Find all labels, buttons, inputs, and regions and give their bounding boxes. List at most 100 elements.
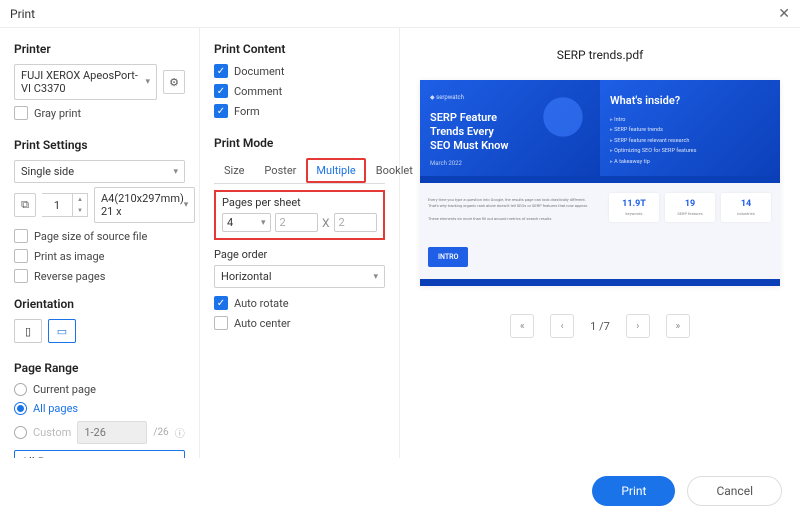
chevron-down-icon: ▾ <box>173 167 178 177</box>
printer-select[interactable]: FUJI XEROX ApeosPort-VI C3370 ▾ <box>14 64 157 100</box>
checkbox-icon <box>14 229 28 243</box>
stat-value: 19 <box>669 199 710 209</box>
multiply-icon: X <box>322 216 330 230</box>
tab-multiple[interactable]: Multiple <box>308 160 363 181</box>
checkbox-icon <box>14 106 28 120</box>
pages-per-sheet-select[interactable]: 4▾ <box>222 213 271 232</box>
slide2-list: Intro SERP feature trends SERP feature r… <box>610 115 770 167</box>
content-comment-label: Comment <box>234 85 282 98</box>
range-custom-total: /26 <box>153 427 168 438</box>
list-item: Intro <box>610 115 770 125</box>
auto-center-checkbox[interactable]: Auto center <box>214 316 385 330</box>
range-custom-radio[interactable]: Custom /26 ⓘ <box>14 421 185 444</box>
checkbox-icon: ✓ <box>214 104 228 118</box>
stat-value: 14 <box>725 199 766 209</box>
chevron-down-icon: ▾ <box>145 77 150 87</box>
close-icon[interactable]: ✕ <box>778 6 790 22</box>
page-order-label: Page order <box>214 248 385 261</box>
cancel-button[interactable]: Cancel <box>687 476 782 506</box>
radio-icon <box>14 383 27 396</box>
auto-center-label: Auto center <box>234 317 291 330</box>
content-form-label: Form <box>234 105 260 118</box>
step-up-icon[interactable]: ▲ <box>73 194 87 205</box>
page-size-source-checkbox[interactable]: Page size of source file <box>14 229 185 243</box>
preview-pager: « ‹ 1 /7 › » <box>510 314 690 338</box>
pager-last-button[interactable]: » <box>666 314 690 338</box>
slide1-date: March 2022 <box>430 160 590 167</box>
preview-slide-2: What's inside? Intro SERP feature trends… <box>600 80 780 183</box>
stat-label: industries <box>725 211 766 216</box>
content-document-checkbox[interactable]: ✓ Document <box>214 64 385 78</box>
printer-settings-button[interactable]: ⚙ <box>163 70 185 94</box>
page-order-value: Horizontal <box>221 270 272 283</box>
magnify-gear-icon <box>540 94 586 140</box>
page-range-label: Page Range <box>14 361 185 375</box>
pager-next-button[interactable]: › <box>626 314 650 338</box>
print-settings-label: Print Settings <box>14 138 185 152</box>
preview-filename: SERP trends.pdf <box>557 48 644 62</box>
range-current-radio[interactable]: Current page <box>14 383 185 396</box>
slide3-text: Every time you type a question into Goog… <box>428 197 592 223</box>
paper-select[interactable]: A4(210x297mm) 21 x ▾ <box>94 187 195 223</box>
checkbox-icon: ✓ <box>214 296 228 310</box>
page-subset-value: All Pages <box>21 455 71 458</box>
orientation-landscape-button[interactable]: ▭ <box>48 319 76 343</box>
list-item: SERP feature trends <box>610 125 770 135</box>
tab-size[interactable]: Size <box>214 158 254 183</box>
print-mode-tabs: Size Poster Multiple Booklet <box>214 158 385 184</box>
copies-stepper[interactable]: 1 ▲▼ <box>42 193 88 217</box>
pages-per-sheet-value: 4 <box>227 216 233 229</box>
stat-card: 19SERP features <box>665 193 714 222</box>
range-current-label: Current page <box>33 383 96 396</box>
stat-value: 11.9T <box>613 199 654 209</box>
print-as-image-checkbox[interactable]: Print as image <box>14 249 185 263</box>
slide3-intro-badge: INTRO <box>428 247 468 267</box>
checkbox-icon: ✓ <box>214 64 228 78</box>
pps-rows-stepper[interactable]: 2 <box>334 213 377 232</box>
print-mode-label: Print Mode <box>214 136 385 150</box>
page-subset-select[interactable]: All Pages ▾ <box>14 450 185 458</box>
chevron-down-icon: ▾ <box>261 218 266 228</box>
list-item: Optimizing SEO for SERP features <box>610 146 770 156</box>
dialog-footer: Print Cancel <box>592 476 782 506</box>
tab-poster[interactable]: Poster <box>254 158 306 183</box>
stat-card: 14 industries <box>721 193 770 222</box>
list-item: A takeaway tip <box>610 157 770 167</box>
pager-first-button[interactable]: « <box>510 314 534 338</box>
preview-sheet: ◆ serpwatch SERP Feature Trends Every SE… <box>420 80 780 286</box>
content-document-label: Document <box>234 65 284 78</box>
gray-print-label: Gray print <box>34 107 81 120</box>
sides-select[interactable]: Single side ▾ <box>14 160 185 183</box>
radio-icon <box>14 426 27 439</box>
step-down-icon[interactable]: ▼ <box>73 205 87 216</box>
page-size-source-label: Page size of source file <box>34 230 147 243</box>
reverse-pages-checkbox[interactable]: Reverse pages <box>14 269 185 283</box>
sides-value: Single side <box>21 165 74 178</box>
content-comment-checkbox[interactable]: ✓Comment <box>214 84 385 98</box>
pager-prev-button[interactable]: ‹ <box>550 314 574 338</box>
middle-panel: Print Content ✓Document ✓Comment ✓Form P… <box>200 28 400 458</box>
preview-slide-4: 11.9Tkeywords 19SERP features 14industri… <box>600 183 780 286</box>
print-content-label: Print Content <box>214 42 385 56</box>
preview-slide-1: ◆ serpwatch SERP Feature Trends Every SE… <box>420 80 600 183</box>
gray-print-checkbox[interactable]: Gray print <box>14 106 185 120</box>
range-all-label: All pages <box>33 402 78 415</box>
orientation-portrait-button[interactable]: ▯ <box>14 319 42 343</box>
checkbox-icon <box>14 269 28 283</box>
range-custom-input[interactable] <box>77 421 147 444</box>
info-icon: ⓘ <box>175 425 185 440</box>
range-all-radio[interactable]: All pages <box>14 402 185 415</box>
dialog-title: Print <box>10 7 35 21</box>
checkbox-icon <box>14 249 28 263</box>
page-order-select[interactable]: Horizontal ▾ <box>214 265 385 288</box>
auto-rotate-checkbox[interactable]: ✓ Auto rotate <box>214 296 385 310</box>
auto-rotate-label: Auto rotate <box>234 297 289 310</box>
content-form-checkbox[interactable]: ✓ Form <box>214 104 385 118</box>
pps-cols-stepper[interactable]: 2 <box>275 213 318 232</box>
copies-icon: ⧉ <box>14 193 36 217</box>
preview-panel: SERP trends.pdf ◆ serpwatch SERP Feature… <box>400 28 800 458</box>
pages-per-sheet-group: Pages per sheet 4▾ 2 X 2 <box>214 190 385 240</box>
copies-value: 1 <box>42 193 72 217</box>
radio-icon <box>14 402 27 415</box>
print-button[interactable]: Print <box>592 476 675 506</box>
